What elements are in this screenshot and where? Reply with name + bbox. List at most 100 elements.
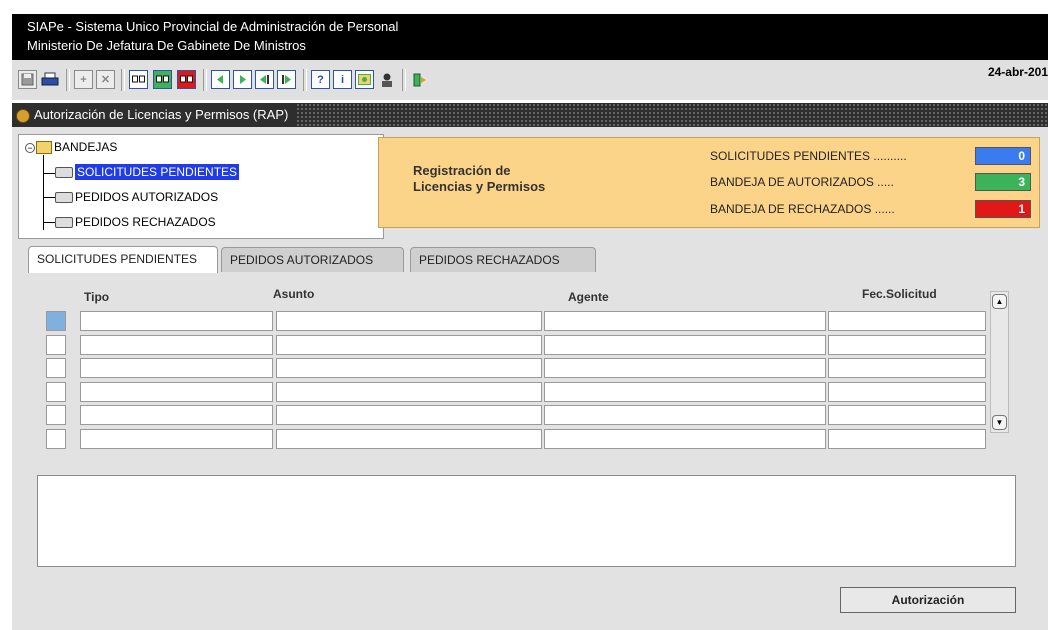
toolbar-separator	[303, 69, 307, 91]
summary-heading-line1: Registración de	[413, 163, 511, 178]
tree-connector	[43, 173, 55, 174]
next-block-icon[interactable]	[277, 70, 296, 89]
summary-label-rechazados: BANDEJA DE RECHAZADOS ......	[710, 202, 895, 216]
panel-title: Autorización de Licencias y Permisos (RA…	[34, 107, 289, 122]
count-rechazados: 1	[975, 200, 1031, 218]
cell-tipo[interactable]	[80, 428, 273, 449]
column-header-fec-solicitud: Fec.Solicitud	[862, 287, 937, 301]
help-icon[interactable]: ?	[311, 70, 330, 89]
window-titlebar: SIAPe - Sistema Unico Provincial de Admi…	[12, 14, 1048, 60]
tree-item-label: PEDIDOS AUTORIZADOS	[75, 190, 219, 204]
cell-fec-solicitud[interactable]	[828, 358, 986, 378]
summary-panel: Registración de Licencias y Permisos SOL…	[378, 137, 1040, 228]
row-selector[interactable]	[46, 405, 66, 425]
grid-scrollbar[interactable]: ▲ ▼	[990, 291, 1009, 433]
tree-item-label: PEDIDOS RECHAZADOS	[75, 215, 216, 229]
tab-pedidos-autorizados[interactable]: PEDIDOS AUTORIZADOS	[221, 247, 404, 272]
panel-title-wrapper: Autorización de Licencias y Permisos (RA…	[12, 103, 297, 127]
user-icon[interactable]	[377, 70, 396, 89]
cell-agente[interactable]	[544, 428, 826, 449]
row-selector[interactable]	[46, 428, 66, 449]
column-header-asunto: Asunto	[273, 287, 315, 301]
tree-connector	[43, 222, 55, 223]
cell-tipo[interactable]	[80, 358, 273, 378]
prev-block-icon[interactable]	[255, 70, 274, 89]
toolbar-separator	[121, 69, 125, 91]
cell-fec-solicitud[interactable]	[828, 311, 986, 331]
tree-item-solicitudes-pendientes[interactable]: SOLICITUDES PENDIENTES	[55, 164, 240, 180]
authorize-button[interactable]: Autorización	[840, 587, 1016, 613]
row-selector[interactable]	[46, 311, 66, 331]
next-record-icon[interactable]	[233, 70, 252, 89]
app-logo-icon	[16, 109, 30, 123]
cell-tipo[interactable]	[80, 311, 273, 331]
summary-heading-line2: Licencias y Permisos	[413, 179, 546, 194]
tree-connector	[43, 197, 55, 198]
toolbar-separator	[203, 69, 207, 91]
query-green-icon[interactable]	[153, 70, 172, 89]
panel-titlebar: Autorización de Licencias y Permisos (RA…	[12, 103, 1048, 127]
tray-icon	[55, 192, 73, 204]
cell-fec-solicitud[interactable]	[828, 381, 986, 402]
tree-item-pedidos-rechazados[interactable]: PEDIDOS RECHAZADOS	[55, 215, 216, 229]
cell-agente[interactable]	[544, 334, 826, 355]
cell-agente[interactable]	[544, 405, 826, 425]
summary-label-pendientes: SOLICITUDES PENDIENTES ..........	[710, 149, 907, 163]
cell-asunto[interactable]	[276, 428, 542, 449]
column-header-tipo: Tipo	[84, 290, 110, 304]
toolbar: + ✕ ? i 24-abr-201	[12, 60, 1048, 100]
cell-asunto[interactable]	[276, 311, 542, 331]
cell-fec-solicitud[interactable]	[828, 428, 986, 449]
collapse-icon[interactable]: −	[25, 142, 35, 153]
query-red-icon[interactable]	[177, 70, 196, 89]
tab-solicitudes-pendientes[interactable]: SOLICITUDES PENDIENTES	[28, 246, 218, 273]
cell-tipo[interactable]	[80, 381, 273, 402]
cell-fec-solicitud[interactable]	[828, 405, 986, 425]
inbox-tree: − BANDEJAS SOLICITUDES PENDIENTES PEDIDOS…	[18, 134, 384, 239]
info-icon[interactable]: i	[333, 70, 352, 89]
tree-connector	[43, 155, 44, 230]
add-record-icon[interactable]: +	[74, 70, 93, 89]
tree-root-label: BANDEJAS	[54, 140, 118, 154]
cell-agente[interactable]	[544, 311, 826, 331]
tree-item-label: SOLICITUDES PENDIENTES	[75, 164, 240, 180]
count-pendientes: 0	[975, 147, 1031, 165]
print-icon[interactable]	[40, 70, 59, 89]
row-selector[interactable]	[46, 334, 66, 355]
exit-icon[interactable]	[410, 70, 429, 89]
detail-textarea[interactable]	[37, 475, 1016, 567]
toolbar-separator	[402, 69, 406, 91]
summary-label-autorizados: BANDEJA DE AUTORIZADOS .....	[710, 175, 894, 189]
tray-icon	[55, 217, 73, 229]
column-header-agente: Agente	[568, 290, 609, 304]
tray-icon	[55, 167, 73, 179]
delete-record-icon[interactable]: ✕	[96, 70, 115, 89]
cell-asunto[interactable]	[276, 358, 542, 378]
row-selector[interactable]	[46, 358, 66, 378]
cell-asunto[interactable]	[276, 334, 542, 355]
folder-icon	[36, 141, 52, 155]
first-record-icon[interactable]	[211, 70, 230, 89]
cell-tipo[interactable]	[80, 334, 273, 355]
main-content: − BANDEJAS SOLICITUDES PENDIENTES PEDIDOS…	[12, 127, 1048, 630]
cell-fec-solicitud[interactable]	[828, 334, 986, 355]
cell-agente[interactable]	[544, 358, 826, 378]
scroll-up-icon[interactable]: ▲	[992, 294, 1007, 309]
cell-asunto[interactable]	[276, 381, 542, 402]
tree-root[interactable]: − BANDEJAS	[25, 140, 118, 155]
scroll-down-icon[interactable]: ▼	[992, 415, 1007, 430]
cell-agente[interactable]	[544, 381, 826, 402]
app-title: SIAPe - Sistema Unico Provincial de Admi…	[27, 19, 399, 34]
current-date: 24-abr-201	[987, 65, 1048, 79]
query-blue-icon[interactable]	[129, 70, 148, 89]
save-icon[interactable]	[18, 70, 37, 89]
cell-asunto[interactable]	[276, 405, 542, 425]
tree-item-pedidos-autorizados[interactable]: PEDIDOS AUTORIZADOS	[55, 190, 218, 204]
tab-pedidos-rechazados[interactable]: PEDIDOS RECHAZADOS	[410, 247, 596, 272]
app-subtitle: Ministerio De Jefatura De Gabinete De Mi…	[27, 38, 306, 53]
row-selector[interactable]	[46, 381, 66, 402]
summary-heading: Registración de Licencias y Permisos	[413, 163, 545, 195]
calendar-icon[interactable]	[355, 70, 374, 89]
cell-tipo[interactable]	[80, 405, 273, 425]
count-autorizados: 3	[975, 173, 1031, 191]
